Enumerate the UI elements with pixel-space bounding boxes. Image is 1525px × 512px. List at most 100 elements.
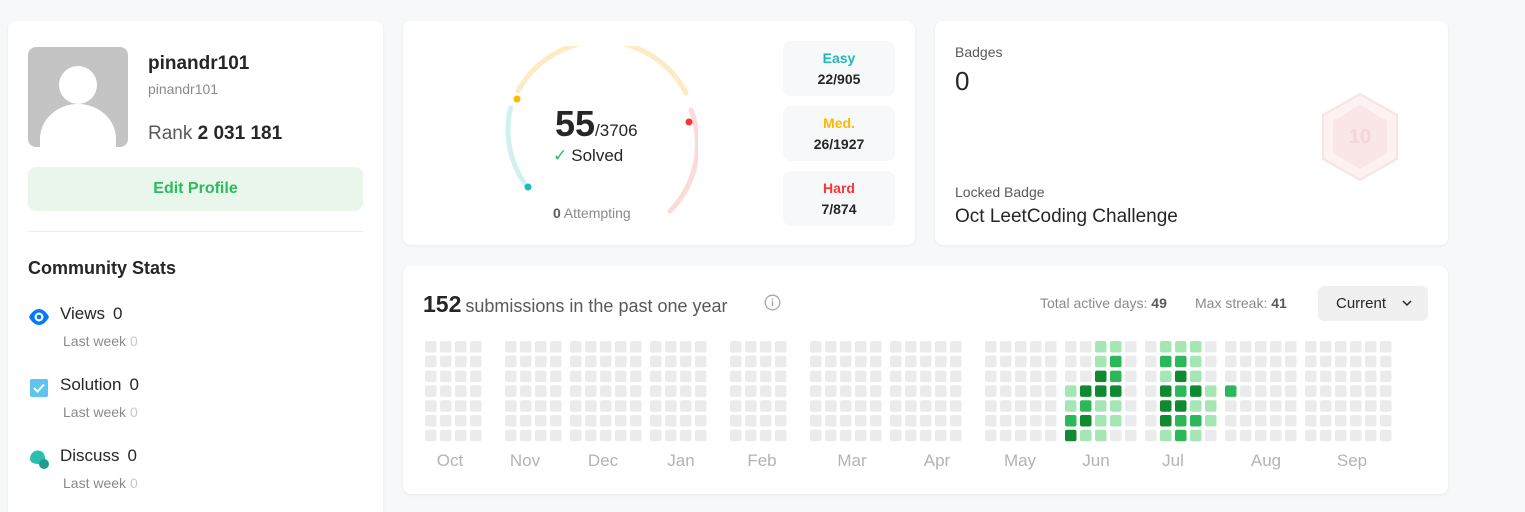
heatmap-cell[interactable] xyxy=(1045,385,1057,397)
heatmap-cell[interactable] xyxy=(665,400,677,412)
heatmap-cell[interactable] xyxy=(935,341,947,353)
heatmap-cell[interactable] xyxy=(1225,370,1237,383)
heatmap-cell[interactable] xyxy=(520,385,532,397)
heatmap-cell[interactable] xyxy=(630,385,642,397)
heatmap-cell[interactable] xyxy=(1320,355,1332,368)
heatmap-cell[interactable] xyxy=(1065,415,1077,427)
heatmap-cell[interactable] xyxy=(1380,415,1392,427)
heatmap-cell[interactable] xyxy=(775,355,787,368)
locked-badge-icon[interactable]: 10 xyxy=(1315,91,1405,183)
heatmap-cell[interactable] xyxy=(550,370,562,383)
heatmap-cell[interactable] xyxy=(1205,400,1217,412)
heatmap-cell[interactable] xyxy=(455,415,467,427)
heatmap-cell[interactable] xyxy=(1240,355,1252,368)
heatmap-cell[interactable] xyxy=(1190,400,1202,412)
heatmap-cell[interactable] xyxy=(1145,385,1157,397)
heatmap-cell[interactable] xyxy=(1320,415,1332,427)
heatmap-cell[interactable] xyxy=(1205,429,1217,442)
heatmap-cell[interactable] xyxy=(600,341,612,353)
heatmap-cell[interactable] xyxy=(535,400,547,412)
heatmap-cell[interactable] xyxy=(1285,370,1297,383)
heatmap-cell[interactable] xyxy=(775,415,787,427)
heatmap-cell[interactable] xyxy=(1065,385,1077,397)
heatmap-cell[interactable] xyxy=(1110,415,1122,427)
heatmap-cell[interactable] xyxy=(840,385,852,397)
heatmap-cell[interactable] xyxy=(425,370,437,383)
heatmap-cell[interactable] xyxy=(1270,415,1282,427)
heatmap-cell[interactable] xyxy=(1095,341,1107,353)
heatmap-cell[interactable] xyxy=(935,400,947,412)
heatmap-cell[interactable] xyxy=(585,341,597,353)
heatmap-cell[interactable] xyxy=(855,385,867,397)
heatmap-cell[interactable] xyxy=(1160,355,1172,368)
heatmap-cell[interactable] xyxy=(775,385,787,397)
heatmap-cell[interactable] xyxy=(1080,370,1092,383)
heatmap-cell[interactable] xyxy=(630,355,642,368)
heatmap-cell[interactable] xyxy=(1365,429,1377,442)
locked-badge-name[interactable]: Oct LeetCoding Challenge xyxy=(955,206,1178,228)
heatmap-cell[interactable] xyxy=(600,355,612,368)
heatmap-cell[interactable] xyxy=(535,415,547,427)
heatmap-cell[interactable] xyxy=(730,429,742,442)
heatmap-cell[interactable] xyxy=(1145,415,1157,427)
heatmap-cell[interactable] xyxy=(1125,370,1137,383)
heatmap-cell[interactable] xyxy=(840,370,852,383)
heatmap-cell[interactable] xyxy=(1285,355,1297,368)
heatmap-cell[interactable] xyxy=(935,415,947,427)
heatmap-cell[interactable] xyxy=(1030,355,1042,368)
heatmap-cell[interactable] xyxy=(600,415,612,427)
heatmap-cell[interactable] xyxy=(855,355,867,368)
heatmap-cell[interactable] xyxy=(1125,341,1137,353)
heatmap-cell[interactable] xyxy=(615,429,627,442)
heatmap-cell[interactable] xyxy=(1305,355,1317,368)
heatmap-cell[interactable] xyxy=(985,341,997,353)
heatmap-cell[interactable] xyxy=(1255,415,1267,427)
heatmap-cell[interactable] xyxy=(825,370,837,383)
heatmap-cell[interactable] xyxy=(520,400,532,412)
heatmap-cell[interactable] xyxy=(1380,355,1392,368)
heatmap-cell[interactable] xyxy=(950,341,962,353)
heatmap-cell[interactable] xyxy=(455,370,467,383)
heatmap-cell[interactable] xyxy=(425,385,437,397)
heatmap-cell[interactable] xyxy=(1270,355,1282,368)
heatmap-cell[interactable] xyxy=(695,415,707,427)
heatmap-cell[interactable] xyxy=(615,355,627,368)
heatmap-cell[interactable] xyxy=(520,370,532,383)
heatmap-cell[interactable] xyxy=(730,385,742,397)
heatmap-cell[interactable] xyxy=(1205,385,1217,397)
heatmap-cell[interactable] xyxy=(1350,355,1362,368)
heatmap-cell[interactable] xyxy=(1240,415,1252,427)
heatmap-cell[interactable] xyxy=(1015,415,1027,427)
heatmap-cell[interactable] xyxy=(1015,341,1027,353)
heatmap-cell[interactable] xyxy=(1320,400,1332,412)
heatmap-cell[interactable] xyxy=(1145,355,1157,368)
heatmap-cell[interactable] xyxy=(1125,385,1137,397)
heatmap-cell[interactable] xyxy=(695,400,707,412)
heatmap-cell[interactable] xyxy=(570,400,582,412)
heatmap-cell[interactable] xyxy=(1015,385,1027,397)
heatmap-cell[interactable] xyxy=(1255,341,1267,353)
heatmap-cell[interactable] xyxy=(650,355,662,368)
heatmap-cell[interactable] xyxy=(890,341,902,353)
heatmap-cell[interactable] xyxy=(535,429,547,442)
heatmap-cell[interactable] xyxy=(840,415,852,427)
heatmap-cell[interactable] xyxy=(1270,370,1282,383)
heatmap-cell[interactable] xyxy=(1000,370,1012,383)
heatmap-cell[interactable] xyxy=(1225,429,1237,442)
heatmap-cell[interactable] xyxy=(810,429,822,442)
heatmap-cell[interactable] xyxy=(535,370,547,383)
heatmap-cell[interactable] xyxy=(775,370,787,383)
heatmap-cell[interactable] xyxy=(985,400,997,412)
heatmap-cell[interactable] xyxy=(890,370,902,383)
heatmap-cell[interactable] xyxy=(1110,429,1122,442)
heatmap-cell[interactable] xyxy=(1095,355,1107,368)
heatmap-cell[interactable] xyxy=(730,400,742,412)
heatmap-cell[interactable] xyxy=(775,400,787,412)
heatmap-cell[interactable] xyxy=(825,385,837,397)
heatmap-cell[interactable] xyxy=(920,341,932,353)
heatmap-cell[interactable] xyxy=(1000,400,1012,412)
heatmap-cell[interactable] xyxy=(1030,385,1042,397)
heatmap-cell[interactable] xyxy=(1255,355,1267,368)
heatmap-cell[interactable] xyxy=(905,385,917,397)
heatmap-cell[interactable] xyxy=(585,429,597,442)
